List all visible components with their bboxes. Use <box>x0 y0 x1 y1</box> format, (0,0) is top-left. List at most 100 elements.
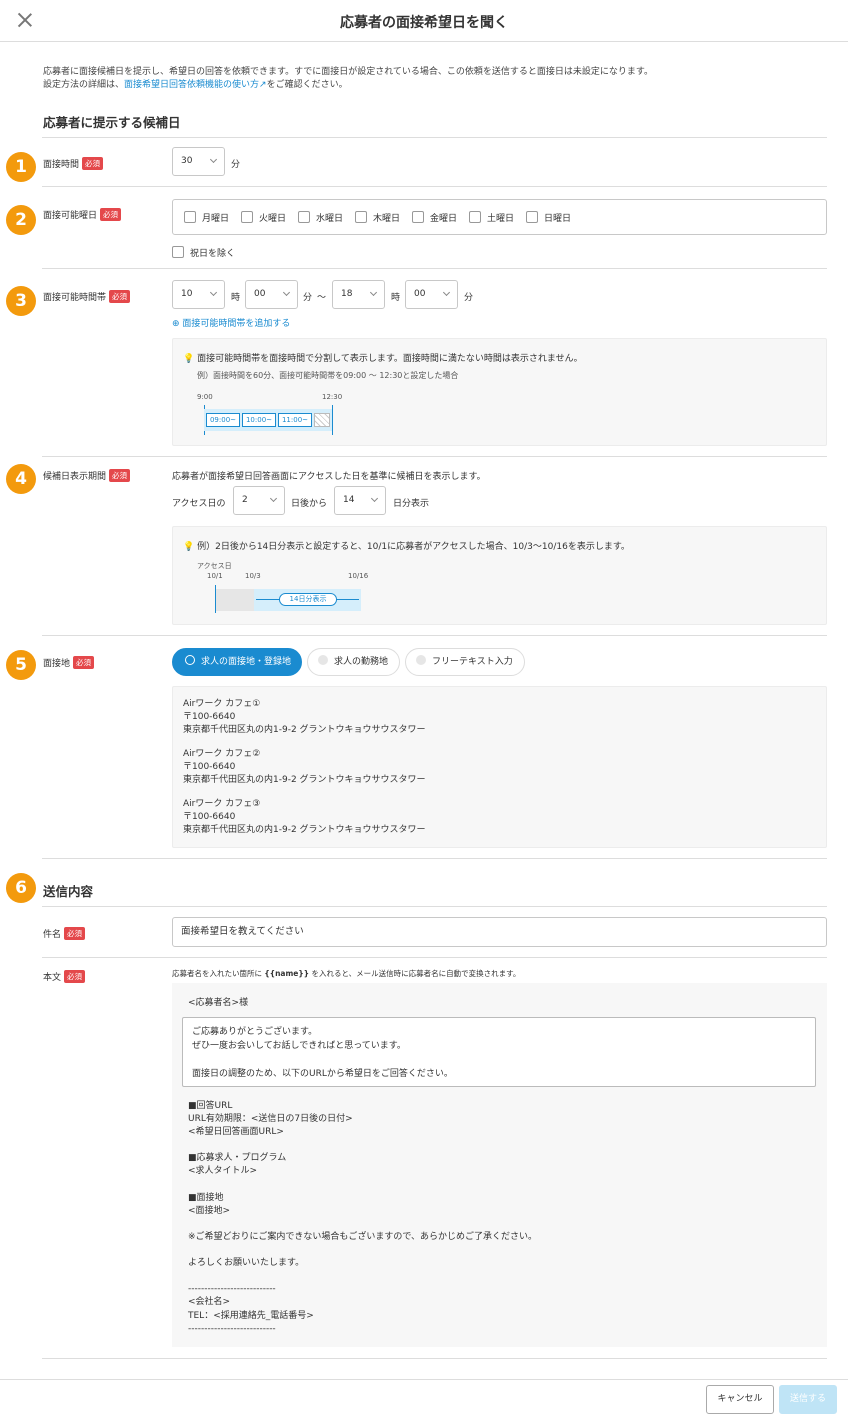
start-hour-select[interactable]: 10 <box>172 280 225 309</box>
checkbox-icon <box>469 211 481 223</box>
timerange-example-box: 💡 面接可能時間帯を面接時間で分割して表示します。面接時間に満たない時間は表示さ… <box>172 338 827 446</box>
period-description: 応募者が面接希望日回答画面にアクセスした日を基準に候補日を表示します。 <box>172 472 486 482</box>
divider <box>42 635 827 636</box>
intro-prefix: 設定方法の詳細は、 <box>43 80 125 90</box>
weekday-group: 月曜日 火曜日 水曜日 木曜日 金曜日 土曜日 日曜日 <box>172 199 827 235</box>
divider <box>42 456 827 457</box>
step-number-5: 5 <box>6 650 36 680</box>
checkbox-icon <box>412 211 424 223</box>
help-link[interactable]: 面接希望日回答依頼機能の使い方 <box>124 80 259 90</box>
location-name: Airワーク カフェ① <box>183 699 261 709</box>
end-hour-select[interactable]: 18 <box>332 280 385 309</box>
body-textarea[interactable]: ご応募ありがとうございます。 ぜひ一度お会いしてお話しできればと思っています。 … <box>182 1017 816 1087</box>
body-greeting: <応募者名>様 <box>188 998 249 1008</box>
weekday-sat[interactable]: 土曜日 <box>469 211 514 224</box>
subject-label: 件名 必須 <box>43 927 86 940</box>
weekday-label: 水曜日 <box>316 214 344 224</box>
location-address: 東京都千代田区丸の内1-9-2 グラントウキョウサウスタワー <box>183 775 426 785</box>
section-title-candidates: 応募者に提示する候補日 <box>43 115 181 130</box>
end-minute-value: 00 <box>414 289 426 299</box>
timeline-slot: 10:00~ <box>242 413 276 427</box>
required-badge: 必須 <box>100 208 122 221</box>
location-item: Airワーク カフェ① 〒100-6640 東京都千代田区丸の内1-9-2 グラ… <box>183 698 426 737</box>
radio-selected-icon <box>185 655 195 665</box>
date-label-from: 10/3 <box>245 572 261 580</box>
chevron-down-icon <box>442 288 451 297</box>
hint-token: {{name}} <box>264 969 310 978</box>
hour-unit: 時 <box>231 293 241 303</box>
exclude-holidays-checkbox[interactable]: 祝日を除く <box>172 246 235 259</box>
period-example-box: 💡 例）2日後から14日分表示と設定すると、10/1に応募者がアクセスした場合、… <box>172 526 827 625</box>
timerange-tip: 💡 面接可能時間帯を面接時間で分割して表示します。面接時間に満たない時間は表示さ… <box>183 351 583 364</box>
chevron-down-icon <box>282 288 291 297</box>
timerange-label-text: 面接可能時間帯 <box>43 293 107 303</box>
location-zip: 〒100-6640 <box>183 712 236 722</box>
location-option-registered[interactable]: 求人の面接地・登録地 <box>172 648 302 676</box>
radio-icon <box>416 655 426 665</box>
date-label-start: 10/1 <box>207 572 223 580</box>
location-zip: 〒100-6640 <box>183 762 236 772</box>
timeline-unused-slot <box>314 413 330 427</box>
timerange-label: 面接可能時間帯 必須 <box>43 290 131 303</box>
hour-unit: 時 <box>391 293 401 303</box>
weekday-label: 金曜日 <box>430 214 458 224</box>
location-name: Airワーク カフェ③ <box>183 799 261 809</box>
weekday-thu[interactable]: 木曜日 <box>355 211 400 224</box>
location-label-text: 面接地 <box>43 659 71 669</box>
cancel-button[interactable]: キャンセル <box>706 1385 774 1414</box>
date-label-to: 10/16 <box>348 572 369 580</box>
display-days-value: 14 <box>343 495 355 505</box>
chevron-down-icon <box>209 155 218 164</box>
location-address: 東京都千代田区丸の内1-9-2 グラントウキョウサウスタワー <box>183 825 426 835</box>
checkbox-icon <box>241 211 253 223</box>
end-minute-select[interactable]: 00 <box>405 280 458 309</box>
duration-label-text: 面接時間 <box>43 160 80 170</box>
weekday-mon[interactable]: 月曜日 <box>184 211 229 224</box>
body-label-text: 本文 <box>43 973 62 983</box>
period-tip-text: 例）2日後から14日分表示と設定すると、10/1に応募者がアクセスした場合、10… <box>197 542 630 552</box>
step-number-1: 1 <box>6 152 36 182</box>
weekday-fri[interactable]: 金曜日 <box>412 211 457 224</box>
location-option-label: フリーテキスト入力 <box>432 657 513 667</box>
access-day-label: アクセス日 <box>197 562 232 570</box>
offset-days-value: 2 <box>242 495 248 505</box>
offset-days-select[interactable]: 2 <box>233 486 285 515</box>
timeline-slot: 09:00~ <box>206 413 240 427</box>
intro-line-2: 設定方法の詳細は、面接希望日回答依頼機能の使い方↗をご確認ください。 <box>43 79 653 92</box>
location-item: Airワーク カフェ② 〒100-6640 東京都千代田区丸の内1-9-2 グラ… <box>183 748 426 787</box>
start-minute-select[interactable]: 00 <box>245 280 298 309</box>
checkbox-icon <box>184 211 196 223</box>
weekday-tue[interactable]: 火曜日 <box>241 211 286 224</box>
weekday-wed[interactable]: 水曜日 <box>298 211 343 224</box>
duration-label: 面接時間 必須 <box>43 157 104 170</box>
weekday-sun[interactable]: 日曜日 <box>526 211 571 224</box>
start-hour-value: 10 <box>181 289 193 299</box>
step-number-6: 6 <box>6 873 36 903</box>
checkbox-icon <box>298 211 310 223</box>
location-item: Airワーク カフェ③ 〒100-6640 東京都千代田区丸の内1-9-2 グラ… <box>183 798 426 837</box>
period-mid: 日後から <box>291 499 328 509</box>
external-link-icon: ↗ <box>259 80 267 90</box>
location-option-freetext[interactable]: フリーテキスト入力 <box>405 648 525 676</box>
minute-unit: 分 <box>464 293 474 303</box>
duration-select[interactable]: 30 <box>172 147 225 176</box>
holiday-label: 祝日を除く <box>190 249 236 259</box>
chevron-down-icon <box>370 494 379 503</box>
location-option-workplace[interactable]: 求人の勤務地 <box>307 648 400 676</box>
location-zip: 〒100-6640 <box>183 812 236 822</box>
subject-input[interactable]: 面接希望日を教えてください <box>172 917 827 947</box>
intro-text: 応募者に面接候補日を提示し、希望日の回答を依頼できます。すでに面接日が設定されて… <box>43 66 653 92</box>
location-option-label: 求人の勤務地 <box>334 657 389 667</box>
weekday-label: 月曜日 <box>202 214 230 224</box>
radio-icon <box>318 655 328 665</box>
body-fixed-text: ■回答URL URL有効期限：<送信日の7日後の日付> <希望日回答画面URL>… <box>188 1101 538 1334</box>
display-days-select[interactable]: 14 <box>334 486 386 515</box>
add-timerange-link[interactable]: ⊕ 面接可能時間帯を追加する <box>172 316 290 329</box>
step-number-3: 3 <box>6 286 36 316</box>
period-tip: 💡 例）2日後から14日分表示と設定すると、10/1に応募者がアクセスした場合、… <box>183 539 630 552</box>
location-list: Airワーク カフェ① 〒100-6640 東京都千代田区丸の内1-9-2 グラ… <box>172 686 827 848</box>
end-hour-value: 18 <box>341 289 353 299</box>
timeline-end-label: 12:30 <box>322 393 343 401</box>
send-button[interactable]: 送信する <box>779 1385 837 1414</box>
body-hint: 応募者名を入れたい箇所に {{name}} を入れると、メール送信時に応募者名に… <box>172 968 520 979</box>
